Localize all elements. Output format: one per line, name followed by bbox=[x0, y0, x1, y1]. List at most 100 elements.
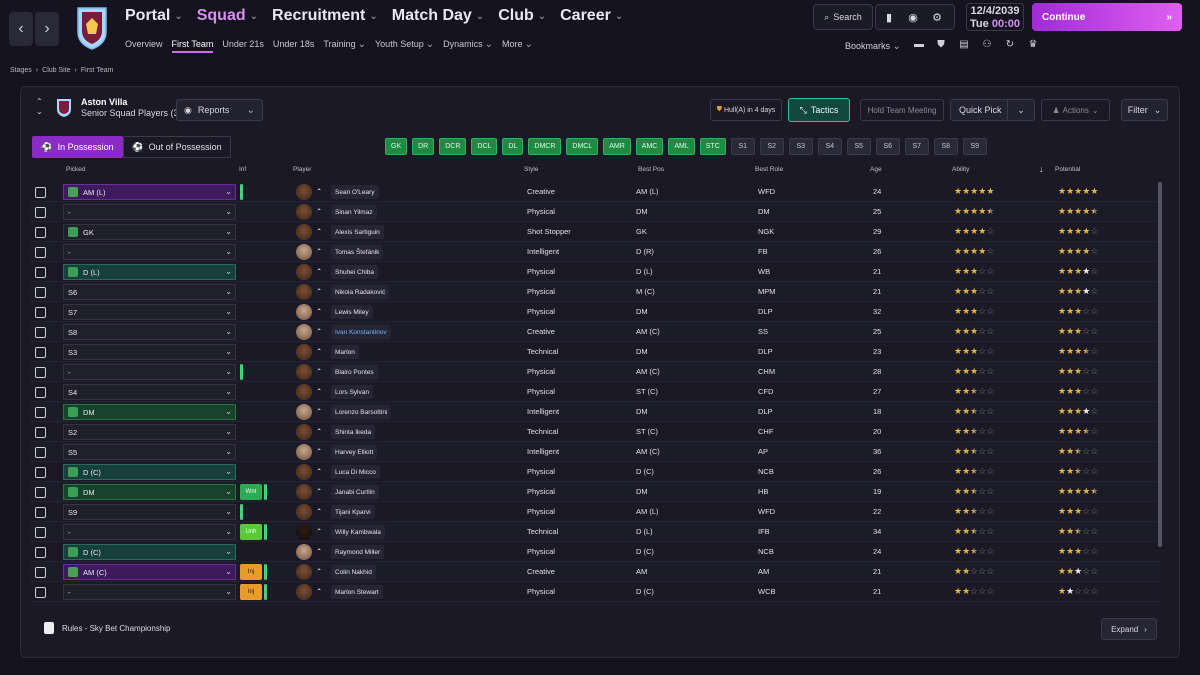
row-checkbox[interactable] bbox=[35, 567, 46, 578]
row-checkbox[interactable] bbox=[35, 247, 46, 258]
player-name[interactable]: Colin Nakhid bbox=[331, 565, 376, 579]
nav-portal[interactable]: Portal ⌄ bbox=[125, 7, 183, 25]
picked-position-dropdown[interactable]: S6 ⌄ bbox=[63, 284, 236, 300]
subnav-first-team[interactable]: First Team bbox=[171, 39, 214, 53]
position-chip-amc[interactable]: AMC bbox=[635, 138, 664, 155]
row-checkbox[interactable] bbox=[35, 587, 46, 598]
column-player[interactable]: Player bbox=[293, 166, 311, 173]
column-age[interactable]: Age bbox=[870, 166, 882, 173]
player-name[interactable]: Nikola Radaković bbox=[331, 285, 390, 299]
position-chip-aml[interactable]: AML bbox=[668, 138, 695, 155]
table-row[interactable]: S7 ⌄ ◓ Lewis Miley Physical DM DLP 32 ★★★☆☆ ★★★☆☆ bbox=[30, 302, 1160, 322]
player-name[interactable]: Blairo Pontes bbox=[331, 365, 378, 379]
position-chip-dcr[interactable]: DCR bbox=[439, 138, 467, 155]
hold-team-meeting-button[interactable]: Hold Team Meeting bbox=[860, 99, 944, 121]
table-row[interactable]: - ⌄ Unh ◓ Willy Kambwala Technical D (L) IFB 34 ★… bbox=[30, 522, 1160, 542]
picked-position-dropdown[interactable]: S7 ⌄ bbox=[63, 304, 236, 320]
table-row[interactable]: S9 ⌄ ◓ Tijani Kparvi Physical AM (L) WFD 22 ★★★☆… bbox=[30, 502, 1160, 522]
player-name[interactable]: Willy Kambwala bbox=[331, 525, 385, 539]
sort-desc-arrow-icon[interactable]: ↓ bbox=[1039, 164, 1044, 174]
forward-button[interactable]: › bbox=[35, 12, 59, 46]
player-name[interactable]: Sean O'Leary bbox=[331, 185, 379, 199]
player-card-icon[interactable]: ◓ bbox=[317, 187, 325, 196]
player-card-icon[interactable]: ◓ bbox=[317, 347, 325, 356]
filter-dropdown[interactable]: Filter ⌄ bbox=[1121, 99, 1168, 121]
sub-chip-s7[interactable]: S7 bbox=[904, 138, 929, 155]
table-row[interactable]: GK ⌄ ◓ Alexis Sartiguin Shot Stopper GK NGK 29 ★… bbox=[30, 222, 1160, 242]
quick-pick-dropdown-icon[interactable]: ⌄ bbox=[1007, 100, 1034, 120]
position-chip-dr[interactable]: DR bbox=[412, 138, 435, 155]
player-name[interactable]: Lorenzo Barsottini bbox=[331, 405, 392, 419]
table-row[interactable]: - ⌄ ◓ Tomas Štefánik Intelligent D (R) FB 26 ★★★… bbox=[30, 242, 1160, 262]
subnav-more[interactable]: More bbox=[502, 39, 523, 53]
player-name[interactable]: Lewis Miley bbox=[331, 305, 373, 319]
table-row[interactable]: - ⌄ ◓ Sinan Yilmaz Physical DM DM 25 ★★★★★ ★★★★★ bbox=[30, 202, 1160, 222]
table-row[interactable]: - ⌄ Inj ◓ Marlon Stewart Physical D (C) WCB 21 ★★… bbox=[30, 582, 1160, 602]
row-checkbox[interactable] bbox=[35, 387, 46, 398]
table-row[interactable]: S4 ⌄ ◓ Lors Sylvan Physical ST (C) CFD 27 ★★★☆☆ ★… bbox=[30, 382, 1160, 402]
table-row[interactable]: S5 ⌄ ◓ Harvey Elliott Intelligent AM (C) AP 36 ★… bbox=[30, 442, 1160, 462]
row-checkbox[interactable] bbox=[35, 447, 46, 458]
table-row[interactable]: DM ⌄ Wnt ◓ Janabi Curtlin Physical DM HB 19 ★★★☆☆… bbox=[30, 482, 1160, 502]
player-name[interactable]: Sinan Yilmaz bbox=[331, 205, 377, 219]
player-name[interactable]: Shinta Ikeda bbox=[331, 425, 376, 439]
column-inf[interactable]: Inf bbox=[239, 166, 246, 173]
player-card-icon[interactable]: ◓ bbox=[317, 427, 325, 436]
row-checkbox[interactable] bbox=[35, 307, 46, 318]
picked-position-dropdown[interactable]: D (C) ⌄ bbox=[63, 464, 236, 480]
chat-icon[interactable]: ▬ bbox=[912, 39, 926, 53]
player-card-icon[interactable]: ◓ bbox=[317, 487, 325, 496]
competition-rules[interactable]: Rules - Sky Bet Championship bbox=[44, 622, 171, 634]
club-crest-icon[interactable] bbox=[74, 6, 110, 50]
tactics-button[interactable]: ⤡ Tactics bbox=[788, 98, 850, 122]
table-row[interactable]: DM ⌄ ◓ Lorenzo Barsottini Intelligent DM DLP 18… bbox=[30, 402, 1160, 422]
row-checkbox[interactable] bbox=[35, 547, 46, 558]
subnav-under-21s[interactable]: Under 21s bbox=[222, 39, 264, 53]
subnav-overview[interactable]: Overview bbox=[125, 39, 163, 53]
player-name[interactable]: Alexis Sartiguin bbox=[331, 225, 384, 239]
sub-chip-s4[interactable]: S4 bbox=[817, 138, 842, 155]
game-date[interactable]: 12/4/2039 Tue 00:00 bbox=[966, 3, 1024, 31]
column-best-pos[interactable]: Best Pos bbox=[638, 166, 664, 173]
status-badge[interactable]: Wnt bbox=[240, 484, 262, 500]
status-badge[interactable]: Inj bbox=[240, 584, 262, 600]
row-checkbox[interactable] bbox=[35, 507, 46, 518]
clipboard-icon[interactable]: ▤ bbox=[957, 39, 971, 53]
player-card-icon[interactable]: ◓ bbox=[317, 547, 325, 556]
reports-dropdown[interactable]: ◉ Reports ⌄ bbox=[176, 99, 263, 121]
picked-position-dropdown[interactable]: DM ⌄ bbox=[63, 484, 236, 500]
table-row[interactable]: D (C) ⌄ ◓ Raymond Miller Physical D (C) NCB 24 ★… bbox=[30, 542, 1160, 562]
breadcrumb-item[interactable]: First Team bbox=[81, 67, 114, 74]
continue-button[interactable]: Continue » bbox=[1032, 3, 1182, 31]
table-row[interactable]: - ⌄ ◓ Blairo Pontes Physical AM (C) CHM 28 ★★★☆☆… bbox=[30, 362, 1160, 382]
subnav-youth-setup[interactable]: Youth Setup bbox=[375, 39, 424, 53]
expand-button[interactable]: Expand › bbox=[1101, 618, 1157, 640]
row-checkbox[interactable] bbox=[35, 527, 46, 538]
position-chip-dl[interactable]: DL bbox=[502, 138, 524, 155]
sub-chip-s8[interactable]: S8 bbox=[933, 138, 958, 155]
table-row[interactable]: AM (C) ⌄ Inj ◓ Colin Nakhid Creative AM AM 21 ★★☆… bbox=[30, 562, 1160, 582]
subnav-under-18s[interactable]: Under 18s bbox=[273, 39, 315, 53]
column-potential[interactable]: Potential bbox=[1055, 166, 1080, 173]
player-name[interactable]: Tomas Štefánik bbox=[331, 245, 384, 259]
picked-position-dropdown[interactable]: S3 ⌄ bbox=[63, 344, 236, 360]
picked-position-dropdown[interactable]: S4 ⌄ bbox=[63, 384, 236, 400]
sub-chip-s3[interactable]: S3 bbox=[788, 138, 813, 155]
table-row[interactable]: S8 ⌄ ◓ Ivan Konstantinov Creative AM (C) SS 25 ★… bbox=[30, 322, 1160, 342]
player-card-icon[interactable]: ◓ bbox=[317, 327, 325, 336]
player-card-icon[interactable]: ◓ bbox=[317, 307, 325, 316]
player-name[interactable]: Harvey Elliott bbox=[331, 445, 378, 459]
nav-career[interactable]: Career ⌄ bbox=[560, 7, 623, 25]
position-chip-stc[interactable]: STC bbox=[699, 138, 726, 155]
sub-chip-s5[interactable]: S5 bbox=[846, 138, 871, 155]
table-row[interactable]: D (L) ⌄ ◓ Shuhei Chiba Physical D (L) WB 21 ★★★☆… bbox=[30, 262, 1160, 282]
actions-dropdown[interactable]: ♟ Actions ⌄ bbox=[1041, 99, 1110, 121]
player-card-icon[interactable]: ◓ bbox=[317, 287, 325, 296]
nav-squad[interactable]: Squad ⌄ bbox=[197, 7, 258, 25]
player-card-icon[interactable]: ◓ bbox=[317, 367, 325, 376]
player-name[interactable]: Shuhei Chiba bbox=[331, 265, 379, 279]
player-name[interactable]: Janabi Curtlin bbox=[331, 485, 379, 499]
picked-position-dropdown[interactable]: - ⌄ bbox=[63, 584, 236, 600]
column-style[interactable]: Style bbox=[524, 166, 538, 173]
row-checkbox[interactable] bbox=[35, 407, 46, 418]
